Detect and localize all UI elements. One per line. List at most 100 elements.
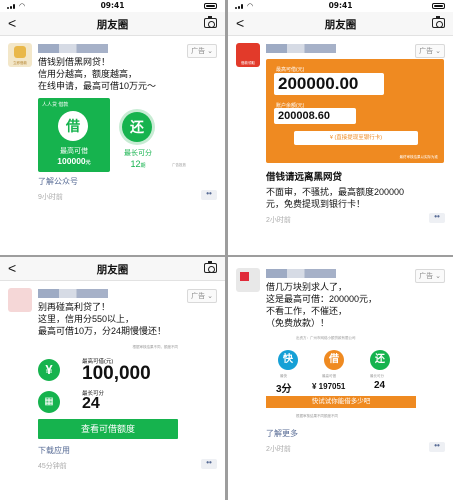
step-value: ¥ 197051 (312, 382, 346, 391)
username-blurred[interactable] (38, 289, 108, 298)
battery-icon (204, 3, 217, 9)
chevron-down-icon: ⌄ (207, 48, 213, 55)
post-text: 借几万块别求人了， 这是最高可借：200000元， 不看工作，不催还， （免费放… (266, 281, 445, 329)
balance-value: 200008.60 (274, 108, 356, 124)
nav-title: 朋友圈 (96, 264, 129, 276)
post-meta: 9小时前 •• (38, 190, 217, 202)
step-sub: 最长可分 (370, 374, 384, 378)
max-value-row: 100000元 (38, 156, 110, 166)
ad-badge[interactable]: 广告 ⌄ (415, 269, 445, 283)
battery-icon (432, 3, 445, 9)
max-value: 200000.00 (274, 73, 384, 95)
ad-badge-label: 广告 (419, 48, 434, 55)
moments-panel-4: 广告 ⌄ 借几万块别求人了， 这是最高可借：200000元， 不看工作，不催还， … (228, 257, 453, 500)
avatar[interactable]: 立即借款 (8, 43, 32, 67)
screenshot-grid: ◠ 09:41 < 朋友圈 立即借款 广告 ⌄ 借钱别借黑网贷！ 信用分越高，额度… (0, 0, 453, 500)
max-unit: 元 (85, 160, 91, 166)
max-value: 100000 (57, 156, 86, 166)
post-time: 9小时前 (38, 194, 63, 201)
more-options-icon[interactable]: •• (429, 213, 445, 223)
ad-post: 广告 ⌄ 别再碰高利贷了！ 这里，信用分550以上， 最高可借10万，分24期慢慢… (0, 281, 225, 471)
learn-more-link[interactable]: 了解更多 (266, 428, 445, 439)
brand-label: 人人贷 借款 (42, 102, 69, 108)
post-line: 这是最高可借：200000元， (266, 294, 378, 304)
more-options-icon[interactable]: •• (201, 190, 217, 200)
borrow-card: 人人贷 借款 借 最高可借 100000元 (38, 98, 110, 172)
term-unit: 期 (140, 163, 146, 169)
ad-badge[interactable]: 广告 ⌄ (415, 44, 445, 58)
avatar[interactable]: 借款领取 (236, 43, 260, 67)
camera-icon[interactable] (204, 261, 217, 273)
more-options-icon[interactable]: •• (429, 442, 445, 452)
username-blurred[interactable] (266, 269, 336, 278)
avatar-label: 借款领取 (241, 61, 255, 65)
ad-note: 广告投放 (172, 163, 186, 167)
yen-icon: ¥ (38, 359, 60, 381)
withdraw-cta: ¥ (直接提现至银行卡) (294, 131, 418, 145)
ad-badge[interactable]: 广告 ⌄ (187, 289, 217, 303)
check-quota-button[interactable]: 查看可借额度 (38, 419, 178, 439)
step-sub: 最快 (280, 374, 287, 378)
term-value: 24 (82, 395, 100, 412)
username-blurred[interactable] (266, 44, 336, 53)
moments-panel-3: < 朋友圈 广告 ⌄ 别再碰高利贷了！ 这里，信用分550以上， 最高可借10万，… (0, 257, 225, 500)
step-sub: 最高可借 (322, 374, 336, 378)
step-value: 24 (374, 380, 386, 391)
ad-image[interactable]: 根据审核结果不同，额度不同 ¥ 最高可借(元) 100,000 ▦ 最长可分 2… (38, 345, 178, 441)
post-time: 2小时前 (266, 446, 291, 453)
ad-post: 广告 ⌄ 借几万块别求人了， 这是最高可借：200000元， 不看工作，不催还， … (228, 257, 453, 454)
term-value: 12 (130, 159, 141, 169)
max-label: 最高可借(元) (276, 67, 305, 73)
post-meta: 45分钟前 •• (38, 459, 217, 471)
ad-post: 借款领取 广告 ⌄ 最高可借(元) 200000.00 账户余额(元) 20000… (228, 36, 453, 225)
ad-image[interactable]: 人人贷 借款 借 最高可借 100000元 还 最长可分 12期 广告投放 (38, 98, 188, 172)
ad-image[interactable]: 最高可借(元) 200000.00 账户余额(元) 200008.60 ¥ (直… (266, 59, 444, 163)
borrow-glyph: 借 (58, 111, 88, 141)
withdraw-cta-label: (直接提现至银行卡) (334, 135, 383, 141)
username-blurred[interactable] (38, 44, 108, 53)
post-meta: 2小时前 •• (266, 213, 445, 225)
post-line: 信用分越高，额度越高， (38, 69, 138, 79)
repay-glyph: 还 (122, 112, 152, 142)
avatar-label: 立即借款 (13, 61, 27, 65)
repay-card: 还 最长可分 12期 广告投放 (116, 98, 188, 172)
moments-panel-1: ◠ 09:41 < 朋友圈 立即借款 广告 ⌄ 借钱别借黑网贷！ 信用分越高，额度… (0, 0, 225, 255)
post-line: 不面审，不骚扰，最高额度200000 (266, 187, 405, 197)
post-line: （免费放款）！ (266, 318, 330, 328)
moments-panel-2: ◠ 09:41 < 朋友圈 借款领取 广告 ⌄ 最高可借(元) 200000.00… (228, 0, 453, 255)
nav-bar: < 朋友圈 (0, 12, 225, 36)
image-note: 出资方：广州市网络小额贷款有限公司 (296, 336, 356, 340)
chevron-down-icon: ⌄ (435, 48, 441, 55)
chevron-down-icon: ⌄ (207, 293, 213, 300)
image-note: 根据审核结果不同，额度不同 (132, 345, 179, 349)
ad-badge-label: 广告 (191, 48, 206, 55)
nav-title: 朋友圈 (96, 19, 129, 31)
status-time: 09:41 (328, 1, 353, 10)
image-footer: 根据审核结果不同额度不同 (296, 414, 338, 418)
nav-bar: < 朋友圈 (228, 12, 453, 36)
learn-account-link[interactable]: 了解公众号 (38, 176, 217, 187)
post-text: 借钱别借黑网贷！ 信用分越高，额度越高， 在线申请，最高可借10万元～ (38, 56, 217, 92)
chevron-down-icon: ⌄ (435, 273, 441, 280)
ad-image[interactable]: 出资方：广州市网络小额贷款有限公司 快 借 还 最快 最高可借 最长可分 3分 … (266, 336, 416, 424)
post-text: 别再碰高利贷了！ 这里，信用分550以上， 最高可借10万，分24期慢慢还！ (38, 301, 217, 337)
ad-badge-label: 广告 (419, 273, 434, 280)
max-label: 最高可借 (60, 148, 88, 155)
repay-glyph: 还 (370, 350, 390, 370)
try-now-banner[interactable]: 快试试你能借多少吧 (266, 396, 416, 408)
post-text: 不面审，不骚扰，最高额度200000 元，免费提现到银行卡！ (266, 186, 445, 210)
status-time: 09:41 (100, 1, 125, 10)
avatar[interactable] (236, 268, 260, 292)
avatar[interactable] (8, 288, 32, 312)
borrow-glyph: 借 (324, 350, 344, 370)
calendar-icon: ▦ (38, 391, 60, 413)
post-line: 最高可借10万，分24期慢慢还！ (38, 326, 167, 336)
term-value-row: 12期 (116, 159, 160, 169)
camera-icon[interactable] (432, 16, 445, 28)
camera-icon[interactable] (204, 16, 217, 28)
more-options-icon[interactable]: •• (201, 459, 217, 469)
ad-badge-label: 广告 (191, 293, 206, 300)
post-meta: 2小时前 •• (266, 442, 445, 454)
ad-badge[interactable]: 广告 ⌄ (187, 44, 217, 58)
download-app-link[interactable]: 下载应用 (38, 445, 217, 456)
